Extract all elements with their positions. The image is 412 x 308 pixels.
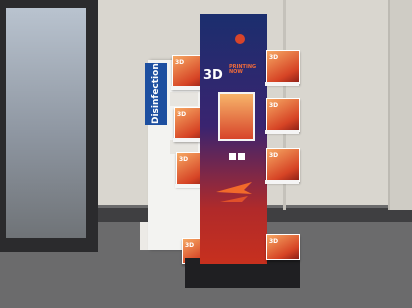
brochure: 3D	[266, 148, 300, 182]
stand-info-text	[213, 137, 257, 147]
stand-logo: 3D PRINTING NOW	[203, 64, 265, 84]
wall-panel-edge	[388, 0, 412, 210]
rear-stand-slot	[170, 92, 198, 106]
brochure: 3D	[266, 98, 300, 132]
brochure-tray	[265, 82, 299, 86]
brochure-stack: 3D	[266, 234, 300, 260]
logo-3d: 3D	[203, 68, 223, 83]
logo-printing-now: PRINTING NOW	[229, 64, 257, 75]
stand-top-emblem	[235, 34, 245, 44]
stand-info-icon	[238, 153, 245, 160]
brochure: 3D	[266, 50, 300, 84]
brochure-tray	[265, 180, 299, 184]
aircraft-graphic	[216, 182, 252, 202]
stand-info-icon	[229, 153, 236, 160]
glass-door-window	[6, 8, 86, 238]
disinfection-sign: Disinfection	[145, 63, 167, 125]
featured-brochure	[218, 92, 255, 141]
brochure-tray	[265, 130, 299, 134]
